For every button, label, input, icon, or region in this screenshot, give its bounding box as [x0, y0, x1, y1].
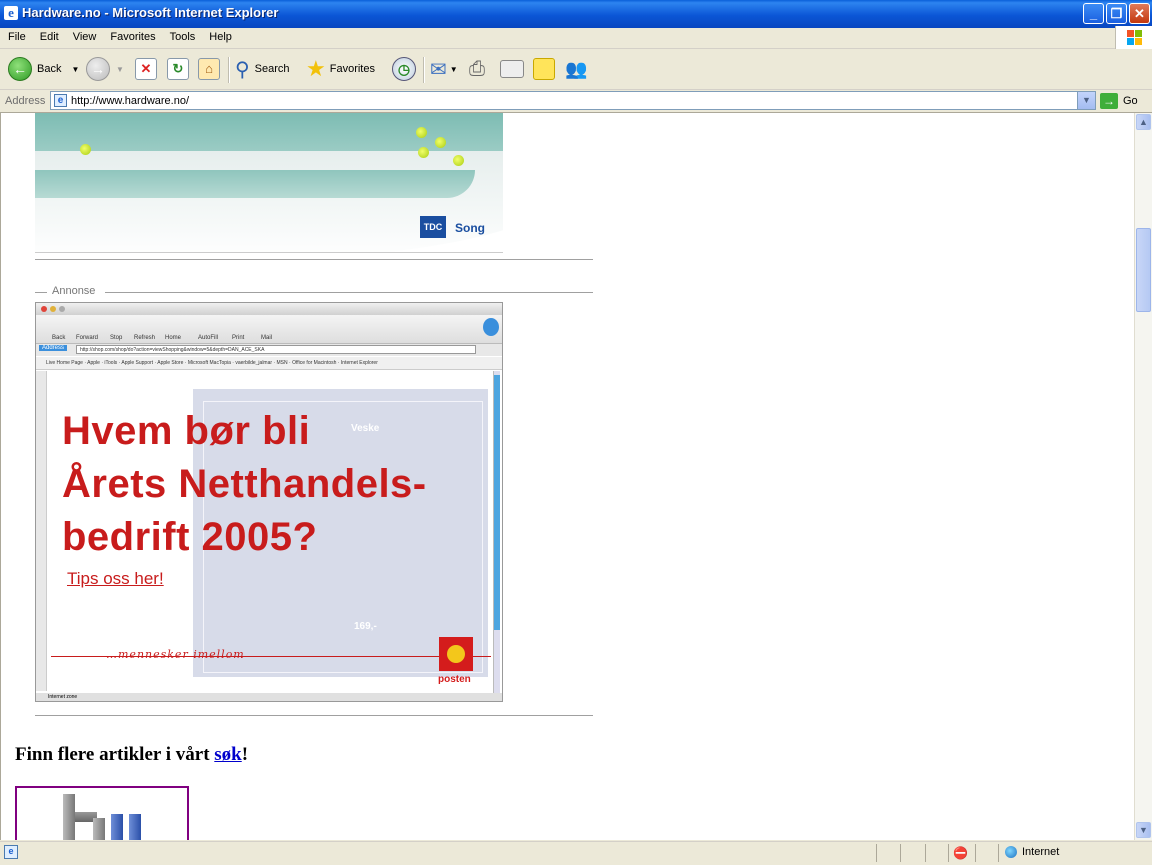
menu-edit[interactable]: Edit — [32, 28, 65, 43]
scroll-thumb[interactable] — [1136, 228, 1151, 312]
divider — [35, 259, 593, 260]
favorites-label: Favorites — [329, 63, 375, 75]
menu-help[interactable]: Help — [201, 28, 238, 43]
zone-label: Internet — [1022, 846, 1060, 858]
page-viewport[interactable]: TDC Song Annonse Back Forward Stop Refre… — [0, 113, 1135, 840]
address-input[interactable]: e http://www.hardware.no/ ▼ — [50, 91, 1096, 110]
edit-icon — [500, 60, 524, 78]
page-status-icon: e — [4, 845, 18, 859]
title-bar[interactable]: e Hardware.no - Microsoft Internet Explo… — [0, 0, 1152, 28]
sok-link[interactable]: søk — [214, 744, 241, 765]
go-label: Go — [1123, 94, 1138, 107]
search-label: Search — [254, 63, 290, 75]
annonse-label: Annonse — [52, 285, 96, 297]
stop-button[interactable]: ✕ — [135, 55, 157, 83]
address-url: http://www.hardware.no/ — [71, 95, 190, 107]
back-button[interactable]: ← Back ▼ — [8, 55, 79, 83]
star-icon: ★ — [306, 56, 326, 81]
page-icon: e — [54, 94, 67, 107]
search-icon: ⚲ — [235, 58, 250, 81]
favorites-button[interactable]: ★ Favorites — [306, 55, 375, 83]
history-icon: ◷ — [392, 57, 416, 81]
print-button[interactable]: ⎙ — [469, 55, 485, 83]
scroll-down-icon[interactable]: ▼ — [1136, 822, 1151, 838]
tdc-logo: TDC — [420, 216, 446, 238]
back-arrow-icon: ← — [8, 57, 32, 81]
stop-icon: ✕ — [135, 58, 157, 80]
address-bar: Address e http://www.hardware.no/ ▼ → Go — [0, 90, 1152, 113]
posten-logo-text: posten — [438, 674, 471, 685]
security-zone[interactable]: Internet — [1005, 846, 1059, 858]
menu-view[interactable]: View — [65, 28, 103, 43]
scroll-up-icon[interactable]: ▲ — [1136, 114, 1151, 130]
print-icon: ⎙ — [469, 57, 485, 80]
menu-tools[interactable]: Tools — [162, 28, 202, 43]
mail-button[interactable]: ✉ ▼ — [430, 55, 458, 83]
address-label: Address — [5, 95, 46, 107]
history-button[interactable]: ◷ — [392, 55, 416, 83]
search-button[interactable]: ⚲ Search — [235, 55, 290, 83]
status-bar: e ⛔ Internet — [0, 841, 1152, 865]
note-icon — [533, 58, 555, 80]
song-brand-text: Song — [455, 221, 485, 235]
back-label: Back — [37, 63, 62, 75]
windows-logo-icon — [1115, 26, 1152, 50]
window-title: Hardware.no - Microsoft Internet Explore… — [22, 5, 279, 20]
forward-arrow-icon: → — [86, 57, 110, 81]
vertical-scrollbar[interactable]: ▲ ▼ — [1134, 113, 1152, 840]
posten-banner-ad[interactable]: Back Forward Stop Refresh Home AutoFill … — [35, 302, 503, 702]
toolbar: ← Back ▼ → ▼ ✕ ↻ ⌂ ⚲ Search ★ Favorites … — [0, 49, 1152, 90]
menu-favorites[interactable]: Favorites — [102, 28, 161, 43]
divider — [35, 715, 593, 716]
ie-icon: e — [4, 6, 18, 20]
mail-icon: ✉ — [430, 58, 447, 81]
refresh-icon: ↻ — [167, 58, 189, 80]
forward-dropdown-icon[interactable]: ▼ — [116, 65, 124, 74]
posten-horn-icon — [439, 637, 473, 671]
tips-oss-link[interactable]: Tips oss her! — [67, 569, 164, 589]
close-button[interactable]: ✕ — [1129, 3, 1150, 24]
messenger-button[interactable]: 👥 — [565, 55, 587, 83]
edit-button[interactable] — [500, 55, 524, 83]
messenger-icon: 👥 — [565, 58, 588, 79]
ad-headline: Hvem bør bli Årets Netthandels- bedrift … — [62, 409, 427, 559]
forward-button[interactable]: → ▼ — [86, 55, 124, 83]
song-banner-ad[interactable]: TDC Song — [35, 113, 503, 253]
menu-file[interactable]: File — [0, 28, 32, 43]
address-dropdown-icon[interactable]: ▼ — [1077, 92, 1095, 109]
globe-icon — [1005, 846, 1017, 858]
go-button[interactable]: → Go — [1100, 91, 1138, 110]
finn-flere-artikler: Finn flere artikler i vårt søk! — [15, 744, 249, 765]
ad-tagline: …mennesker imellom — [106, 648, 245, 661]
discuss-button[interactable] — [533, 55, 555, 83]
popup-blocked-icon[interactable]: ⛔ — [953, 846, 968, 860]
home-icon: ⌂ — [198, 58, 220, 80]
back-dropdown-icon[interactable]: ▼ — [71, 65, 79, 74]
mail-dropdown-icon: ▼ — [449, 64, 458, 74]
refresh-button[interactable]: ↻ — [167, 55, 189, 83]
minimize-button[interactable]: _ — [1083, 3, 1104, 24]
hardware-logo-link[interactable] — [15, 786, 189, 840]
menu-bar: File Edit View Favorites Tools Help — [0, 28, 1152, 49]
home-button[interactable]: ⌂ — [198, 55, 220, 83]
go-arrow-icon: → — [1100, 92, 1118, 109]
maximize-button[interactable]: ❐ — [1106, 3, 1127, 24]
